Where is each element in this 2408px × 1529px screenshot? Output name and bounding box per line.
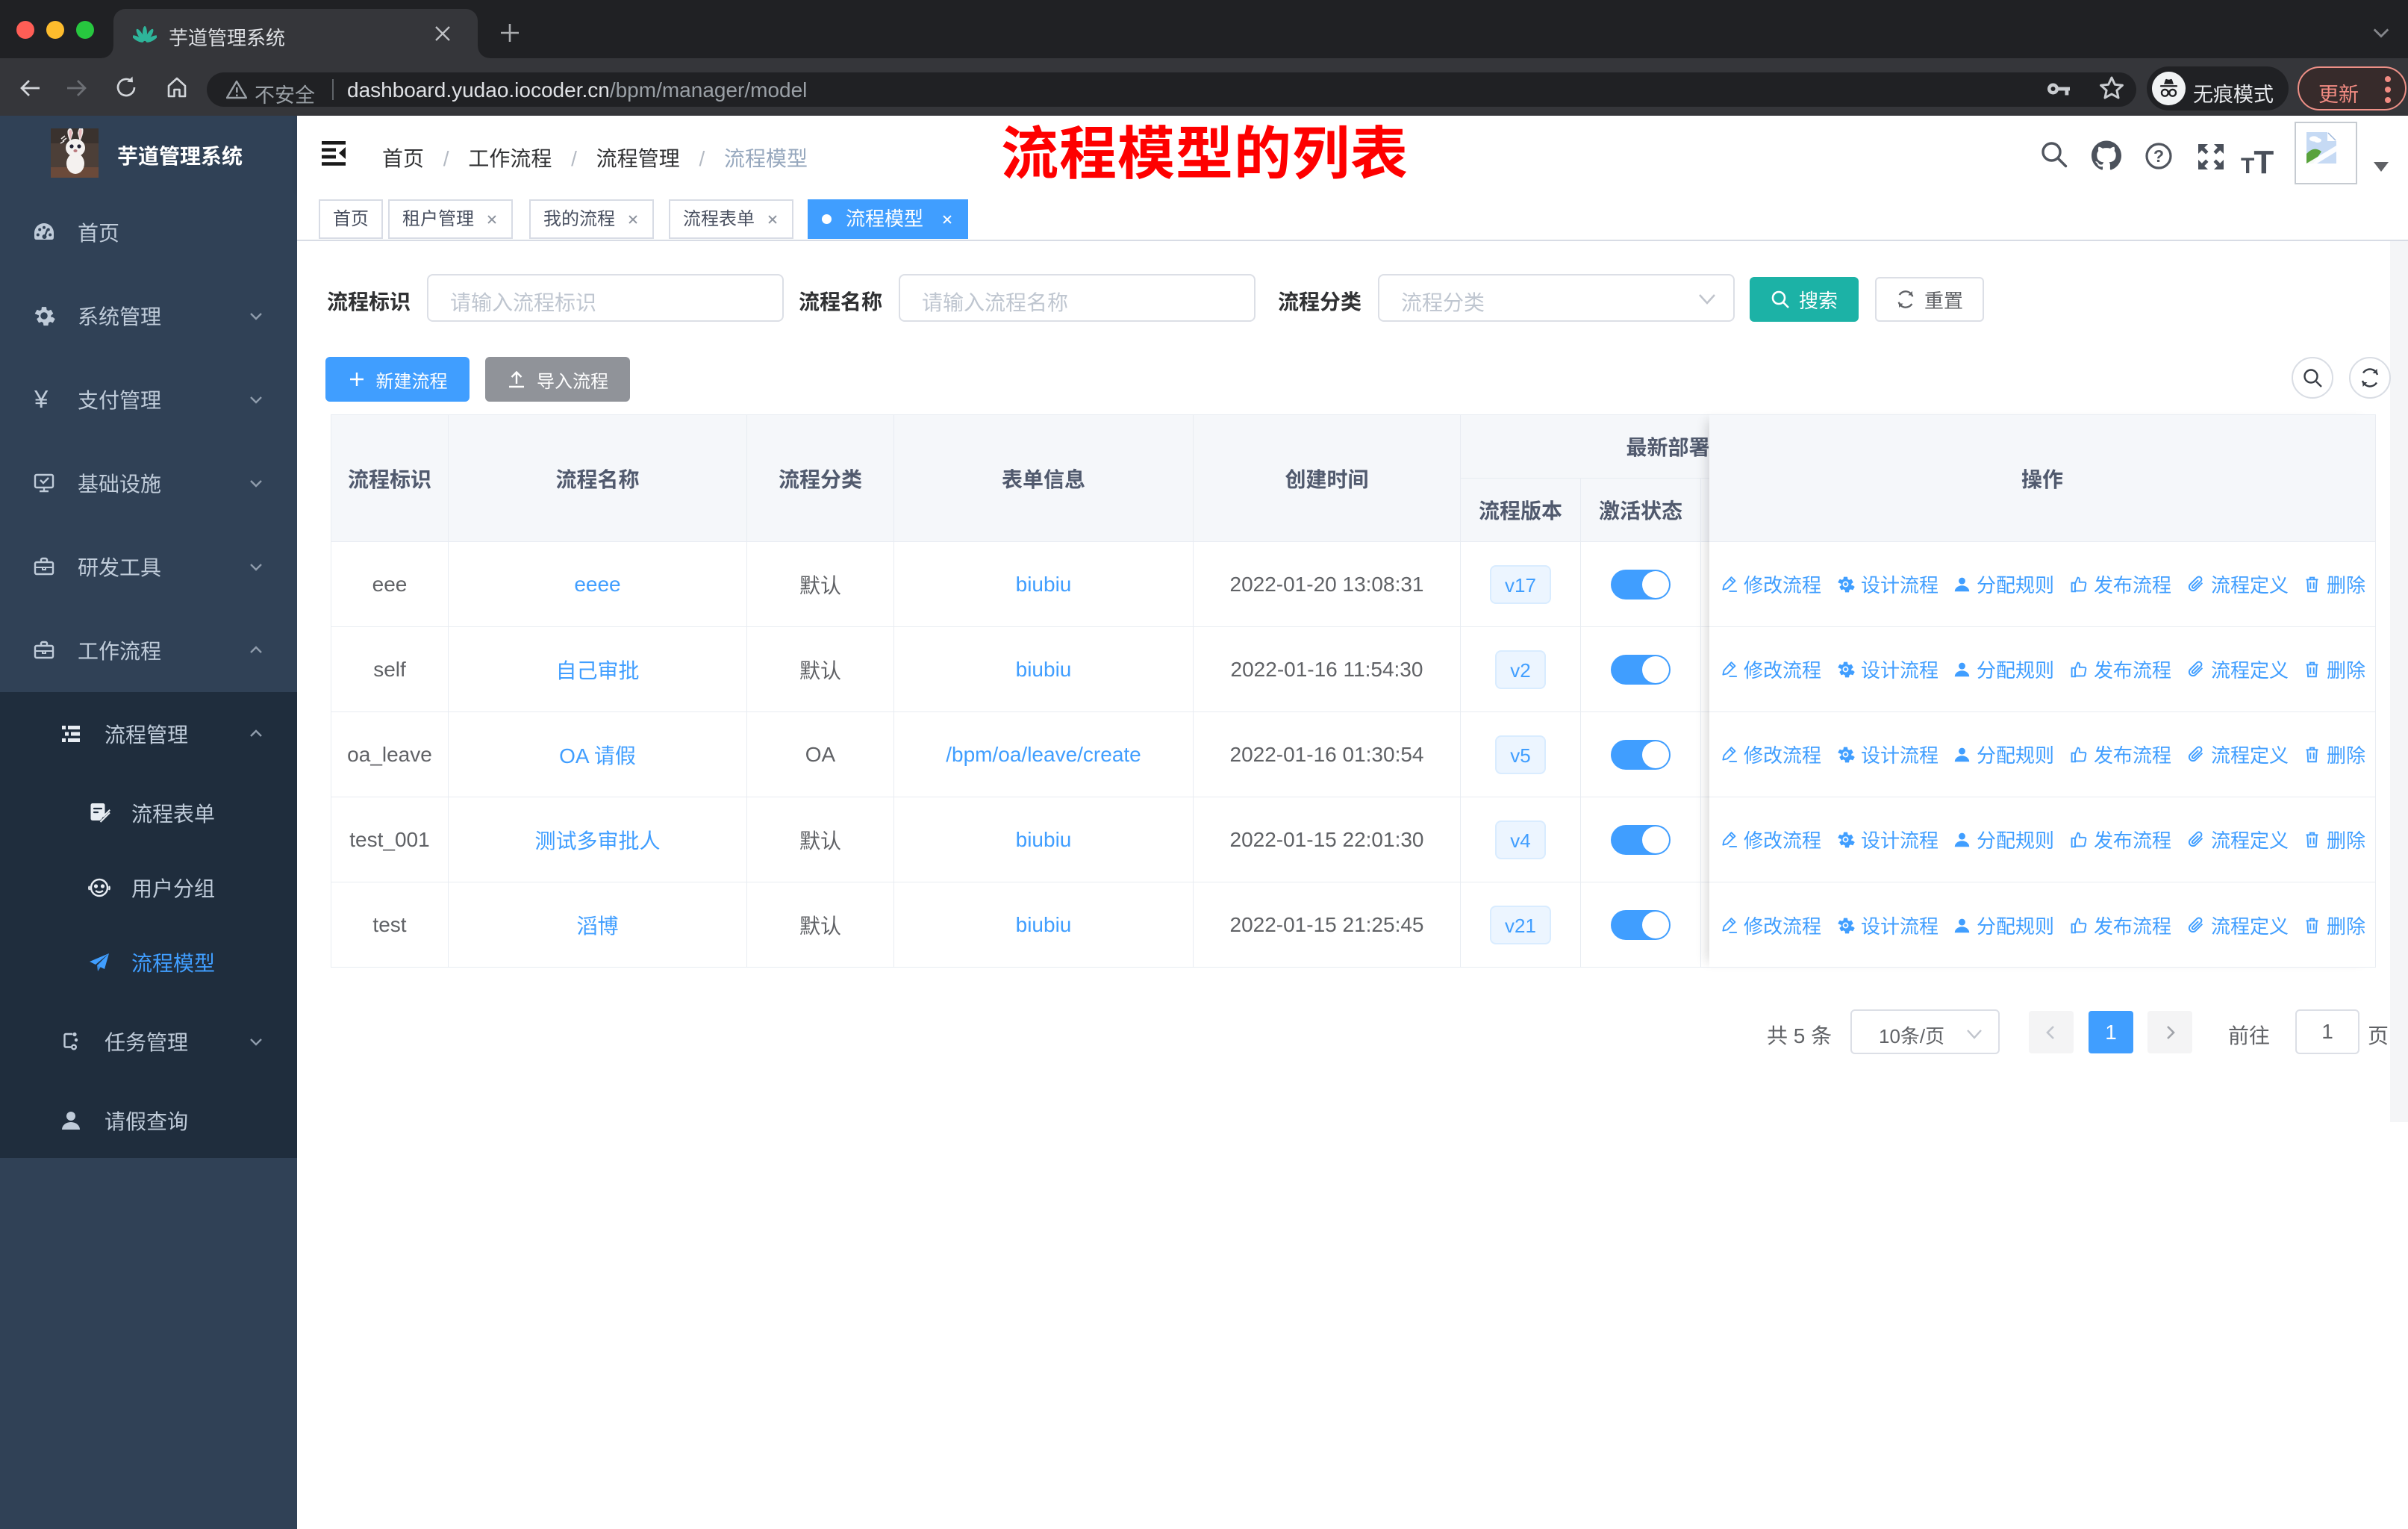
svg-text:?: ?: [2153, 146, 2164, 166]
